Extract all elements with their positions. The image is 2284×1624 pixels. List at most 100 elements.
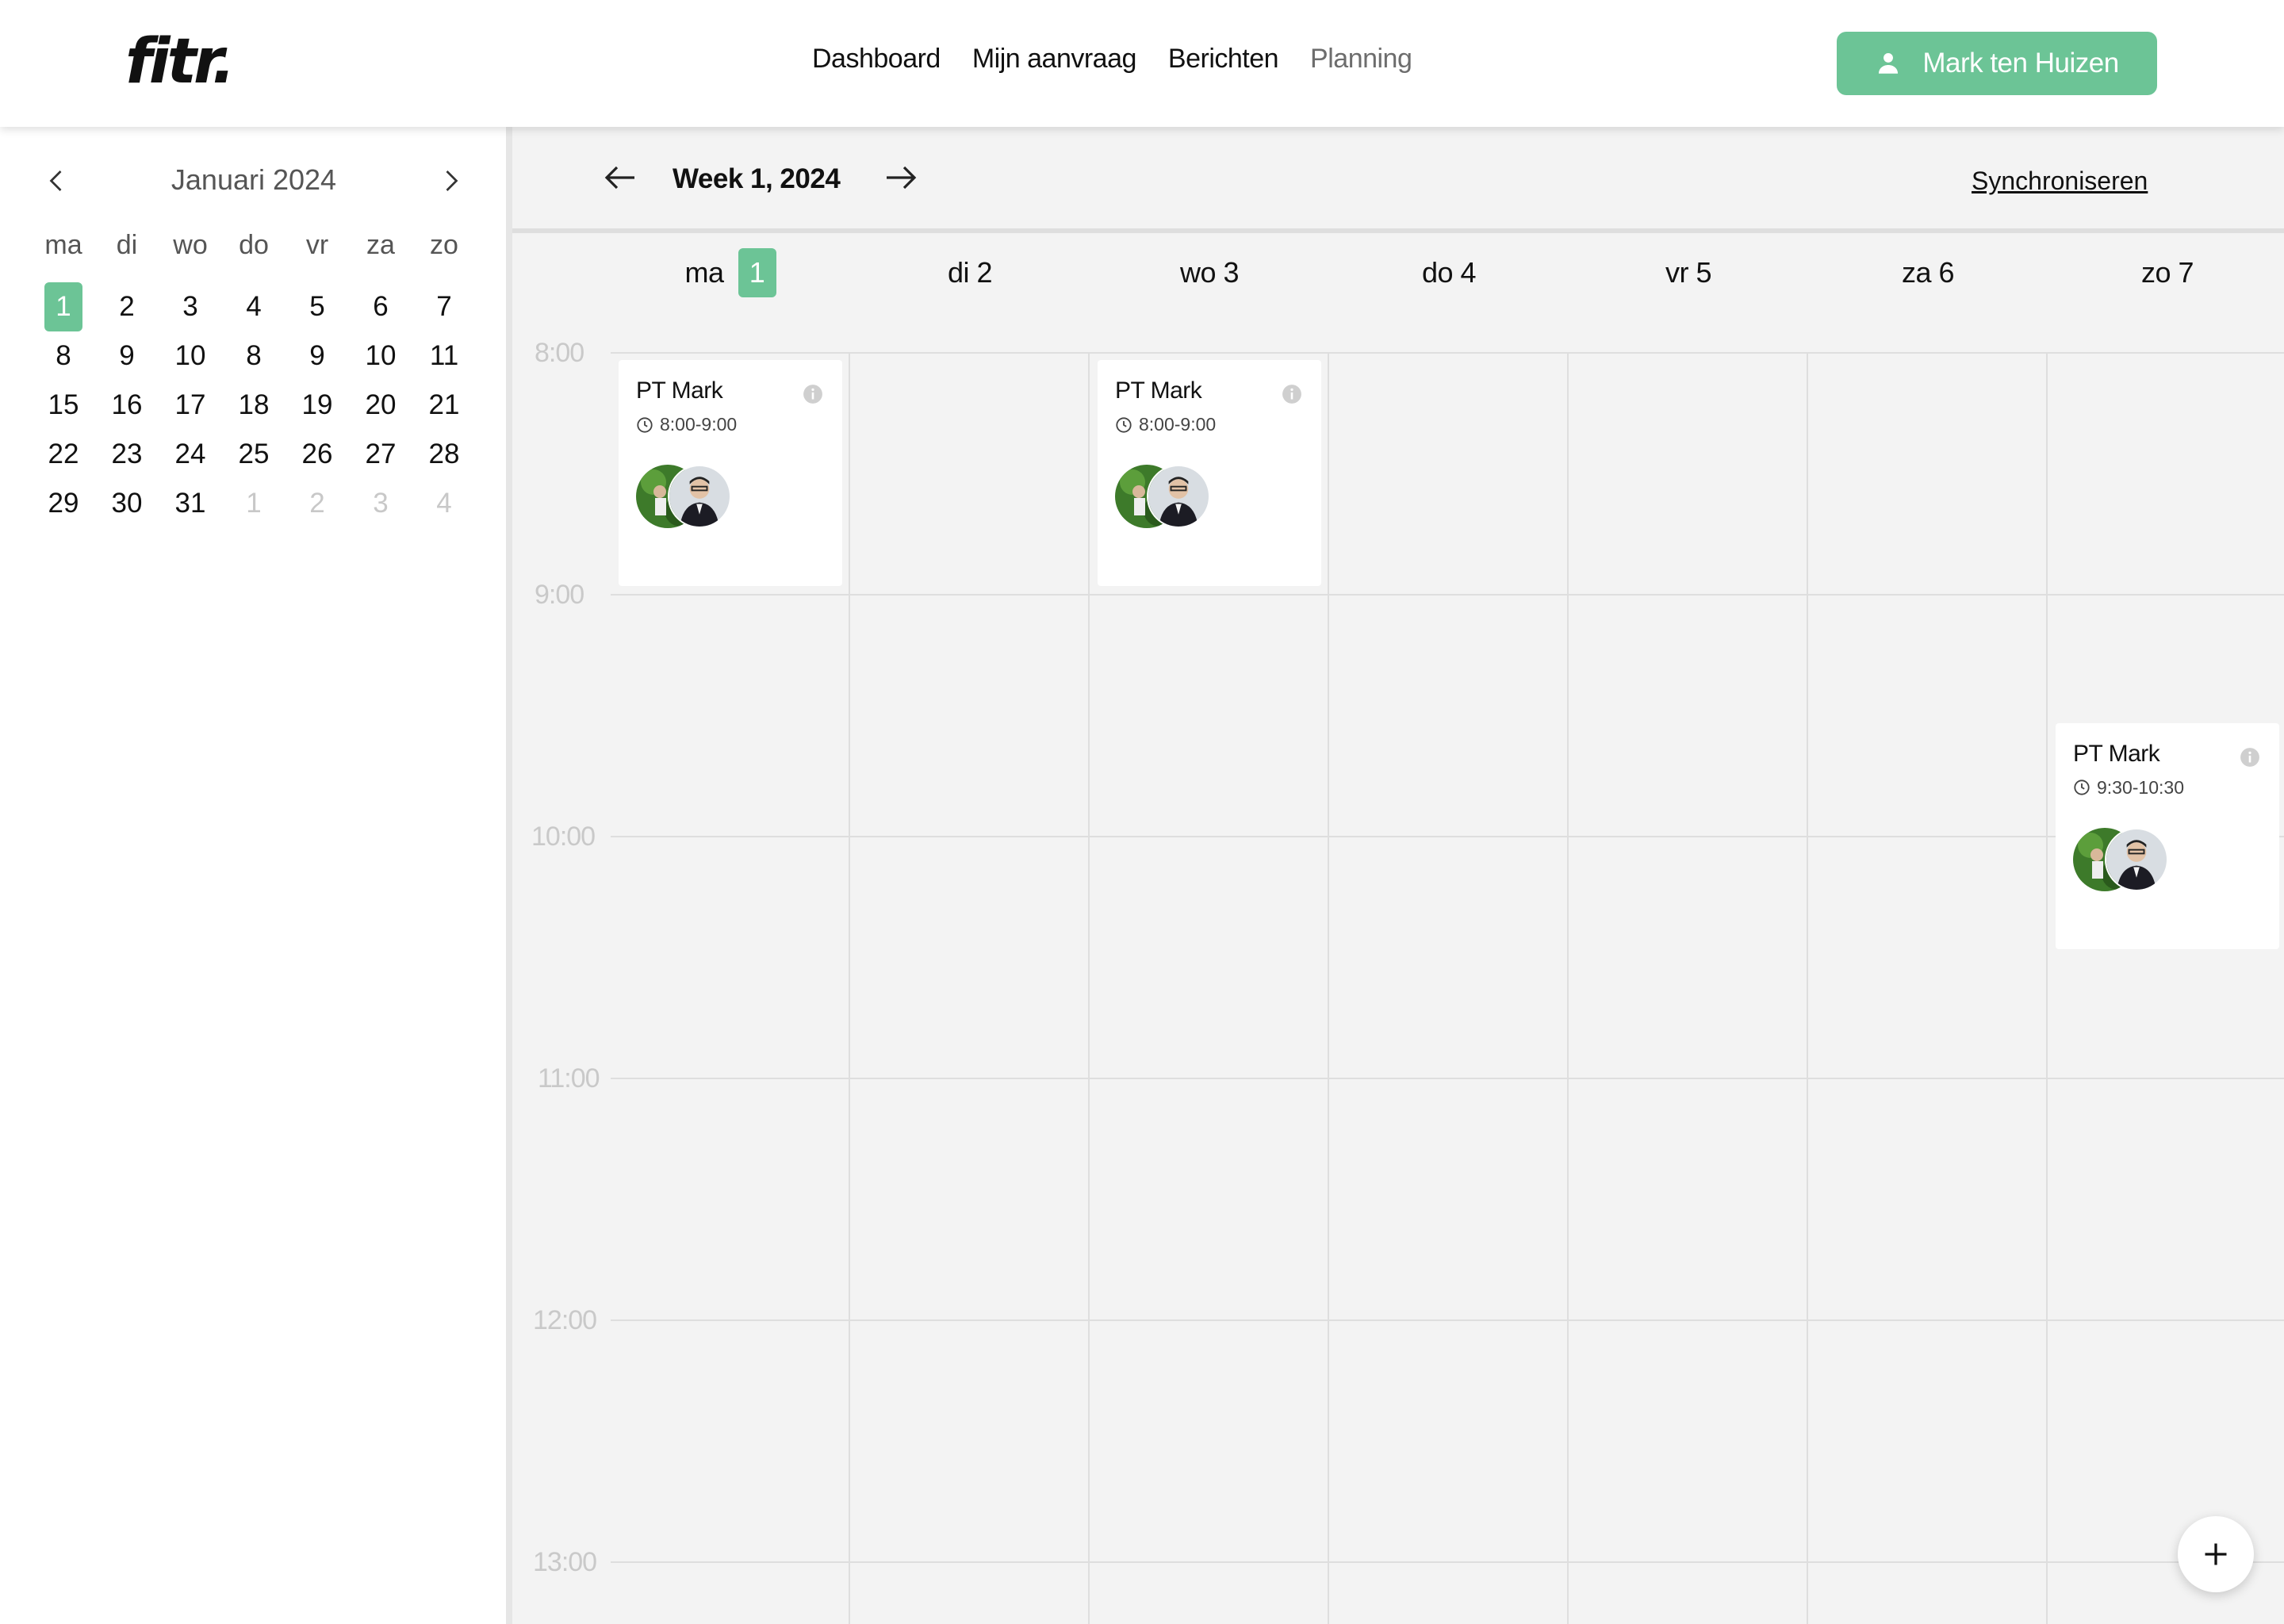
mini-calendar-day[interactable]: 10 xyxy=(349,331,412,381)
day-number: 24 xyxy=(174,439,206,469)
mini-calendar-day[interactable]: 30 xyxy=(95,479,159,528)
mini-calendar-day[interactable]: 15 xyxy=(32,381,95,430)
nav-dashboard[interactable]: Dashboard xyxy=(812,44,941,75)
mini-calendar-day[interactable]: 2 xyxy=(286,479,349,528)
day-number: 4 xyxy=(246,291,262,322)
user-account-button[interactable]: Mark ten Huizen xyxy=(1837,32,2157,95)
mini-calendar-day[interactable]: 2 xyxy=(95,282,159,331)
logo-text: fitr. xyxy=(125,26,236,98)
top-bar: fitr. Dashboard Mijn aanvraag Berichten … xyxy=(0,0,2284,127)
day-number: 9 xyxy=(119,340,135,371)
time-label: 12:00 xyxy=(533,1305,597,1335)
day-number: 1 xyxy=(44,282,82,331)
mini-calendar-day[interactable]: 7 xyxy=(412,282,476,331)
day-number: 27 xyxy=(365,439,397,469)
day-number: 10 xyxy=(365,340,397,371)
mini-calendar-day[interactable]: 5 xyxy=(286,282,349,331)
day-number: 4 xyxy=(436,488,452,519)
avatar xyxy=(668,465,731,528)
event-card[interactable]: PT Mark 8:00-9:00 xyxy=(619,360,842,586)
fitr-logo[interactable]: fitr. xyxy=(125,26,236,98)
day-header-fri[interactable]: vr 5 xyxy=(1569,233,1808,312)
plus-icon xyxy=(2205,1543,2227,1565)
mini-calendar-day[interactable]: 8 xyxy=(222,331,286,381)
day-number: 22 xyxy=(48,439,79,469)
day-number: 2 xyxy=(309,488,325,519)
day-number: 5 xyxy=(309,291,325,322)
mini-calendar-day[interactable]: 20 xyxy=(349,381,412,430)
day-header-thu[interactable]: do 4 xyxy=(1329,233,1569,312)
nav-planning[interactable]: Planning xyxy=(1310,44,1412,75)
arrow-right-icon[interactable] xyxy=(883,162,918,193)
weekday-label: za xyxy=(366,230,395,260)
day-number: 15 xyxy=(48,389,79,420)
event-time-text: 8:00-9:00 xyxy=(660,414,738,435)
synchronize-link[interactable]: Synchroniseren xyxy=(1972,167,2148,196)
day-number: 21 xyxy=(428,389,460,420)
mini-calendar-day[interactable]: 31 xyxy=(159,479,222,528)
mini-calendar-day[interactable]: 24 xyxy=(159,430,222,479)
day-number: 16 xyxy=(111,389,143,420)
mini-calendar-day[interactable]: 22 xyxy=(32,430,95,479)
info-icon[interactable] xyxy=(803,384,823,404)
week-header: Week 1, 2024 Synchroniseren xyxy=(512,127,2284,233)
mini-calendar-day[interactable]: 26 xyxy=(286,430,349,479)
mini-calendar-day[interactable]: 21 xyxy=(412,381,476,430)
mini-calendar-day[interactable]: 11 xyxy=(412,331,476,381)
mini-calendar-day[interactable]: 16 xyxy=(95,381,159,430)
mini-calendar-day[interactable]: 29 xyxy=(32,479,95,528)
mini-calendar-day[interactable]: 8 xyxy=(32,331,95,381)
mini-calendar-day[interactable]: 3 xyxy=(349,479,412,528)
mini-calendar-day[interactable]: 1 xyxy=(222,479,286,528)
mini-calendar-day[interactable]: 4 xyxy=(222,282,286,331)
info-icon[interactable] xyxy=(1282,384,1302,404)
weekday-label: vr xyxy=(305,230,329,260)
day-number: 26 xyxy=(301,439,333,469)
info-icon[interactable] xyxy=(2240,747,2260,768)
day-header-wed[interactable]: wo 3 xyxy=(1090,233,1329,312)
day-number: 17 xyxy=(174,389,206,420)
hour-line xyxy=(611,594,2284,596)
mini-calendar-day[interactable]: 17 xyxy=(159,381,222,430)
event-time-text: 9:30-10:30 xyxy=(2097,776,2184,798)
day-number: 18 xyxy=(238,389,270,420)
mini-calendar-day[interactable]: 3 xyxy=(159,282,222,331)
hour-line xyxy=(611,1320,2284,1321)
mini-calendar-day[interactable]: 18 xyxy=(222,381,286,430)
event-card[interactable]: PT Mark 9:30-10:30 xyxy=(2056,722,2279,949)
hour-line xyxy=(611,1561,2284,1563)
event-time: 8:00-9:00 xyxy=(1115,414,1216,435)
day-header-tue[interactable]: di 2 xyxy=(850,233,1090,312)
day-header-mon[interactable]: ma 1 xyxy=(611,233,850,312)
day-number: 8 xyxy=(246,340,262,371)
day-number: 25 xyxy=(238,439,270,469)
mini-calendar-day[interactable]: 6 xyxy=(349,282,412,331)
hour-line xyxy=(611,1078,2284,1079)
mini-calendar-day[interactable]: 4 xyxy=(412,479,476,528)
mini-calendar-day[interactable]: 9 xyxy=(95,331,159,381)
mini-calendar-day[interactable]: 10 xyxy=(159,331,222,381)
nav-mijn-aanvraag[interactable]: Mijn aanvraag xyxy=(972,44,1137,75)
time-grid[interactable] xyxy=(611,352,2284,1624)
chevron-right-icon[interactable] xyxy=(436,167,465,195)
mini-calendar-day[interactable]: 9 xyxy=(286,331,349,381)
add-event-button[interactable] xyxy=(2178,1516,2254,1592)
clock-icon xyxy=(2074,779,2090,795)
arrow-left-icon[interactable] xyxy=(603,162,638,193)
event-time: 9:30-10:30 xyxy=(2073,777,2184,799)
mini-calendar-day[interactable]: 25 xyxy=(222,430,286,479)
mini-calendar-day[interactable]: 23 xyxy=(95,430,159,479)
day-header-sat[interactable]: za 6 xyxy=(1808,233,2048,312)
clock-icon xyxy=(1116,416,1132,433)
nav-berichten[interactable]: Berichten xyxy=(1168,44,1279,75)
weekday-label: di xyxy=(116,230,138,260)
mini-calendar-day[interactable]: 27 xyxy=(349,430,412,479)
avatar xyxy=(2105,827,2168,891)
event-card[interactable]: PT Mark 8:00-9:00 xyxy=(1098,360,1321,586)
mini-calendar-day[interactable]: 1 xyxy=(32,282,95,331)
mini-calendar-day[interactable]: 19 xyxy=(286,381,349,430)
day-header-sun[interactable]: zo 7 xyxy=(2048,233,2284,312)
mini-calendar-day[interactable]: 28 xyxy=(412,430,476,479)
day-number: 3 xyxy=(373,488,389,519)
day-name: ma xyxy=(684,256,724,289)
